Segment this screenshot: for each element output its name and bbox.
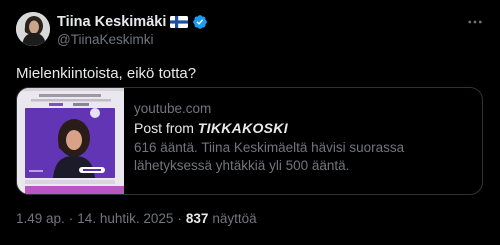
- link-card-title: Post from TIKKAKOSKI: [134, 119, 472, 138]
- tweet[interactable]: Tiina Keskimäki @TiinaKeskimki Mielenkii…: [0, 0, 500, 245]
- avatar-image: [16, 12, 50, 46]
- link-card-title-prefix: Post from: [134, 120, 198, 136]
- link-card-title-source: TIKKAKOSKI: [197, 120, 288, 136]
- link-card-domain: youtube.com: [134, 101, 212, 116]
- link-card-thumbnail: [17, 88, 124, 194]
- tweet-time[interactable]: 1.49 ap.: [16, 211, 65, 226]
- link-card-description: 616 ääntä. Tiina Keskimäeltä hävisi suor…: [134, 140, 405, 173]
- tweet-date[interactable]: 14. huhtik. 2025: [77, 211, 173, 226]
- avatar[interactable]: [16, 12, 50, 46]
- link-card[interactable]: youtube.com Post from TIKKAKOSKI 616 ään…: [16, 87, 483, 195]
- author-handle[interactable]: @TiinaKeskimki: [57, 32, 153, 47]
- footer-separator: ·: [177, 211, 182, 226]
- video-thumbnail-image: [17, 88, 124, 194]
- verified-badge-icon: [193, 15, 208, 29]
- author-name-row[interactable]: Tiina Keskimäki: [57, 13, 208, 31]
- tweet-footer: 1.49 ap. · 14. huhtik. 2025 · 837 näyttö…: [16, 211, 257, 226]
- link-card-meta[interactable]: youtube.com Post from TIKKAKOSKI 616 ään…: [124, 88, 482, 194]
- author-display-name[interactable]: Tiina Keskimäki: [57, 14, 166, 30]
- views-count[interactable]: 837: [186, 211, 209, 226]
- more-options-icon[interactable]: [466, 13, 484, 31]
- finland-flag-icon: [170, 16, 189, 28]
- footer-separator: ·: [68, 211, 74, 226]
- tweet-text: Mielenkiintoista, eikö totta?: [16, 65, 197, 82]
- views-label: näyttöä: [212, 211, 257, 226]
